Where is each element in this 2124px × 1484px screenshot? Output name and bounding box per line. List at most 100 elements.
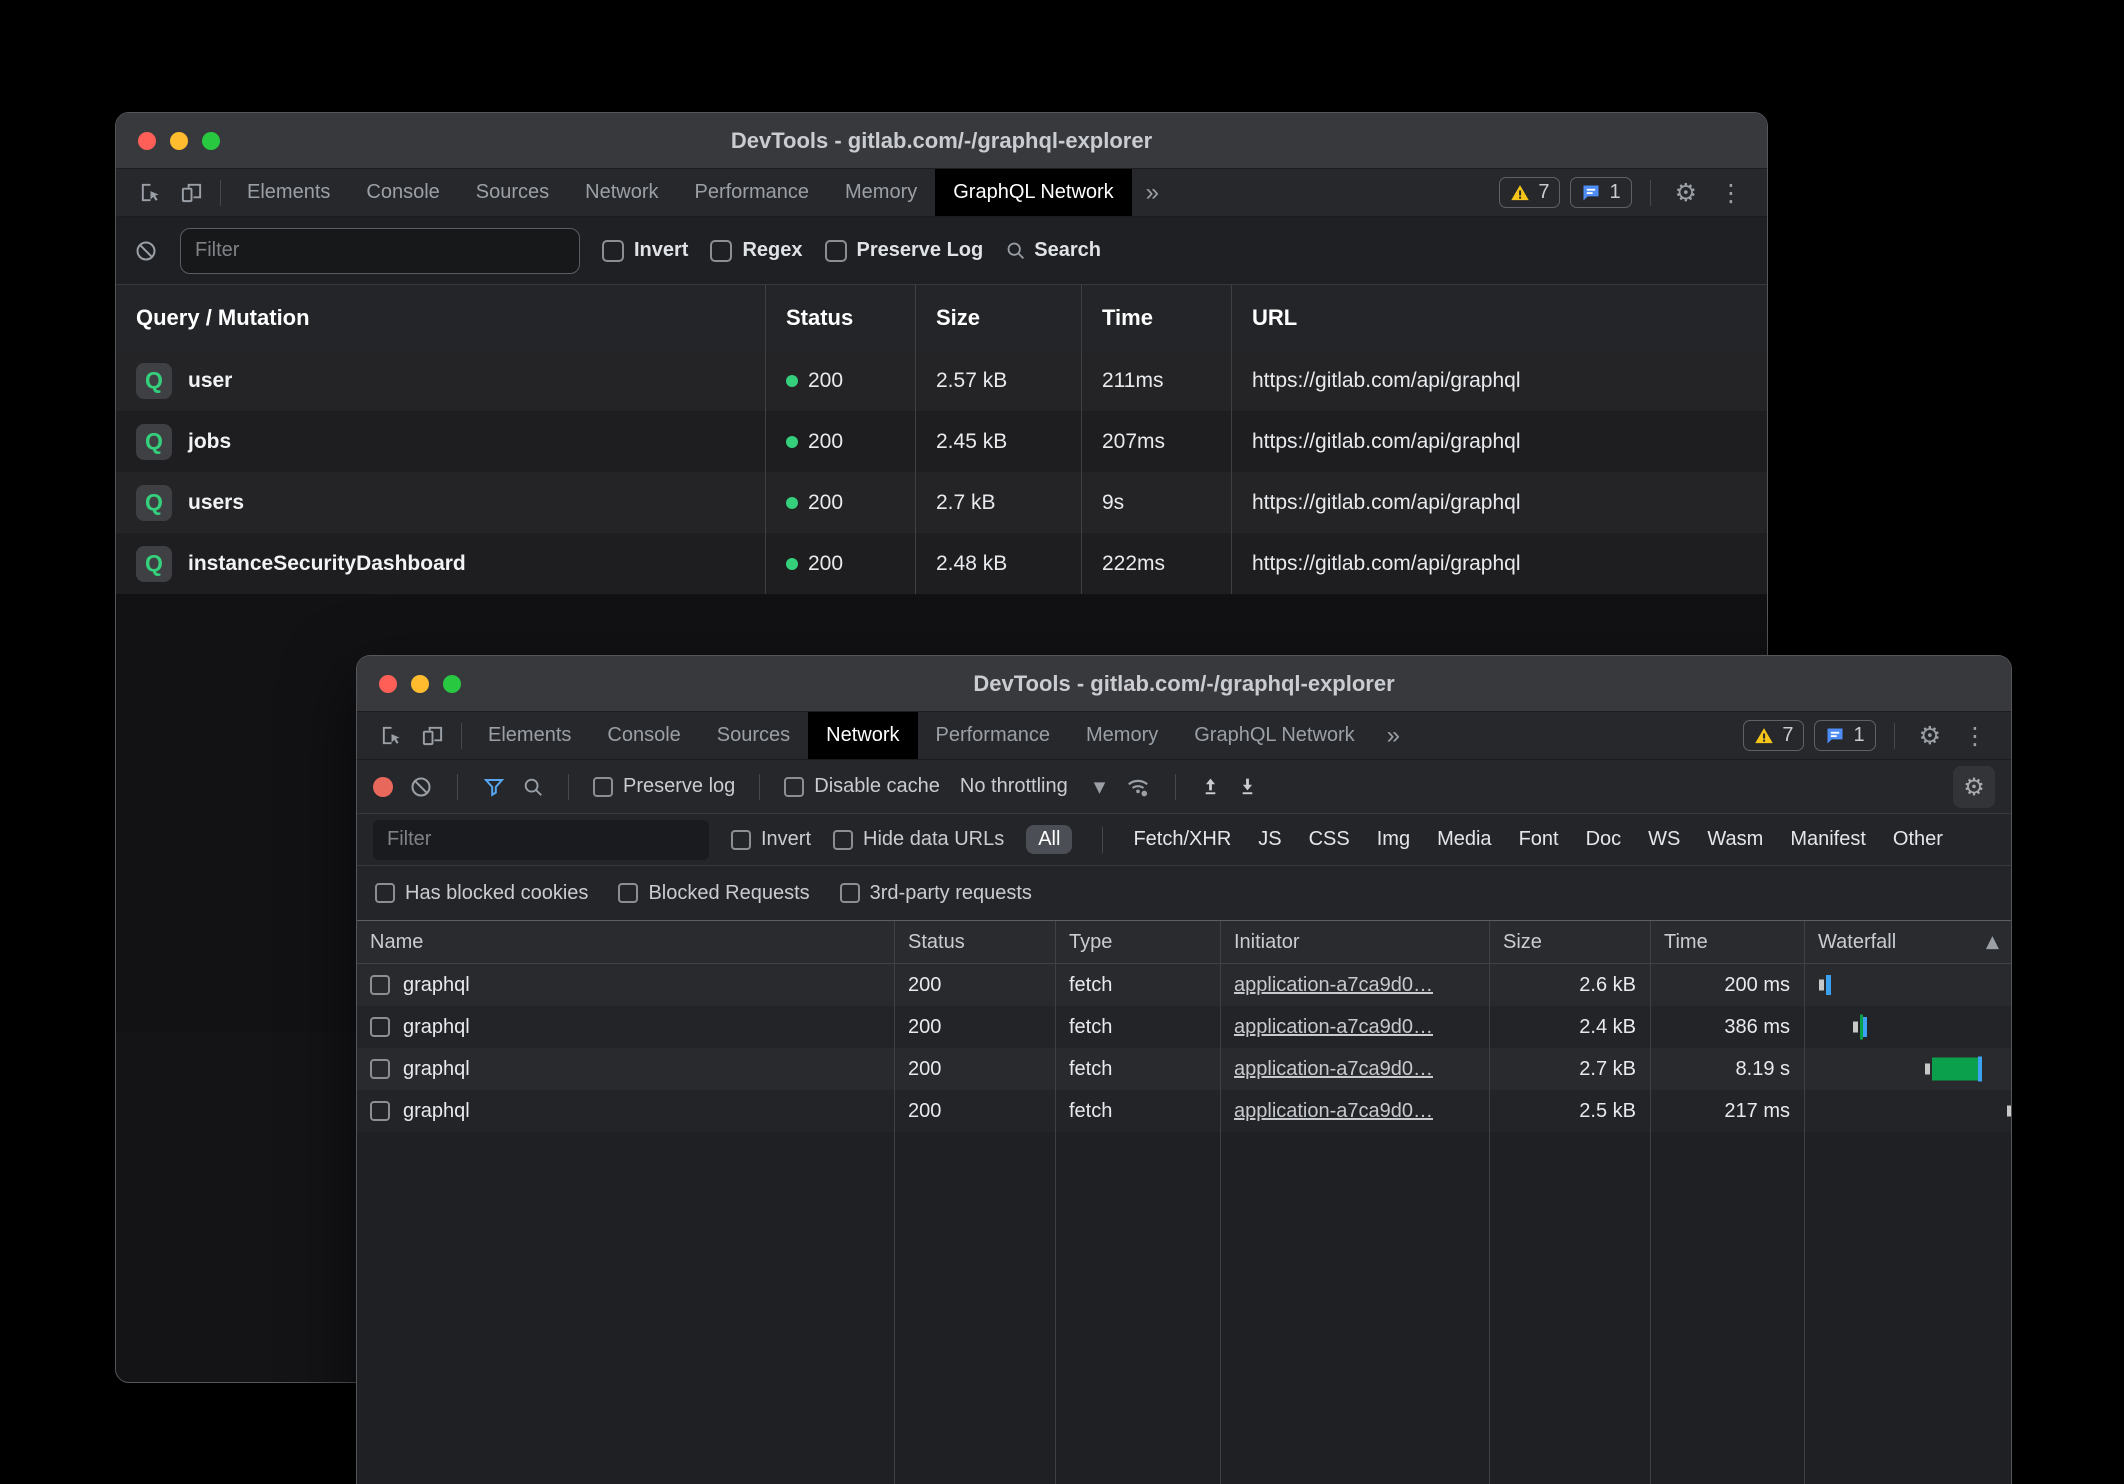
regex-checkbox[interactable] bbox=[710, 240, 732, 262]
network-filter-input[interactable] bbox=[373, 820, 709, 860]
type-filter-doc[interactable]: Doc bbox=[1586, 828, 1622, 851]
type-filter-wasm[interactable]: Wasm bbox=[1707, 828, 1763, 851]
type-filter-other[interactable]: Other bbox=[1893, 828, 1943, 851]
minimize-window-button[interactable] bbox=[411, 675, 429, 693]
hide-data-urls-checkbox[interactable] bbox=[833, 830, 853, 850]
filter-funnel-icon[interactable] bbox=[482, 775, 506, 799]
type-filter-css[interactable]: CSS bbox=[1309, 828, 1350, 851]
close-window-button[interactable] bbox=[379, 675, 397, 693]
invert-checkbox-group[interactable]: Invert bbox=[602, 239, 688, 262]
row-checkbox[interactable] bbox=[370, 1059, 390, 1079]
type-filter-ws[interactable]: WS bbox=[1648, 828, 1680, 851]
maximize-window-button[interactable] bbox=[202, 132, 220, 150]
column-header-url[interactable]: URL bbox=[1231, 285, 1767, 350]
type-filter-manifest[interactable]: Manifest bbox=[1790, 828, 1866, 851]
row-checkbox[interactable] bbox=[370, 1101, 390, 1121]
block-icon[interactable] bbox=[134, 239, 158, 263]
column-header-size[interactable]: Size bbox=[1489, 921, 1650, 963]
initiator-link[interactable]: application-a7ca9d0… bbox=[1234, 974, 1433, 997]
column-header-size[interactable]: Size bbox=[915, 285, 1081, 350]
tab-elements[interactable]: Elements bbox=[470, 712, 589, 759]
tab-sources[interactable]: Sources bbox=[458, 169, 567, 216]
table-row[interactable]: Qusers 200 2.7 kB 9s https://gitlab.com/… bbox=[116, 472, 1767, 533]
row-checkbox[interactable] bbox=[370, 975, 390, 995]
device-toolbar-icon[interactable] bbox=[171, 169, 212, 216]
preserve-log-checkbox[interactable] bbox=[825, 240, 847, 262]
regex-checkbox-group[interactable]: Regex bbox=[710, 239, 802, 262]
sort-ascending-icon[interactable]: ▲ bbox=[1986, 932, 1999, 952]
inspect-element-icon[interactable] bbox=[130, 169, 171, 216]
network-settings-button[interactable]: ⚙ bbox=[1953, 766, 1995, 808]
row-checkbox[interactable] bbox=[370, 1017, 390, 1037]
table-row[interactable]: Quser 200 2.57 kB 211ms https://gitlab.c… bbox=[116, 350, 1767, 411]
close-window-button[interactable] bbox=[138, 132, 156, 150]
preserve-log-checkbox[interactable] bbox=[593, 777, 613, 797]
column-header-status[interactable]: Status bbox=[765, 285, 915, 350]
record-network-log-button[interactable] bbox=[373, 777, 393, 797]
tab-network[interactable]: Network bbox=[808, 712, 917, 759]
export-har-icon[interactable] bbox=[1237, 776, 1258, 797]
more-tabs-icon[interactable]: » bbox=[1132, 169, 1173, 216]
tab-performance[interactable]: Performance bbox=[677, 169, 828, 216]
has-blocked-cookies-checkbox-group[interactable]: Has blocked cookies bbox=[375, 882, 588, 905]
tab-elements[interactable]: Elements bbox=[229, 169, 348, 216]
inspect-element-icon[interactable] bbox=[371, 712, 412, 759]
table-row[interactable]: graphql 200 fetch application-a7ca9d0… 2… bbox=[357, 1090, 2011, 1132]
table-row[interactable]: graphql 200 fetch application-a7ca9d0… 2… bbox=[357, 1048, 2011, 1090]
column-header-query-mutation[interactable]: Query / Mutation bbox=[116, 285, 765, 350]
tab-console[interactable]: Console bbox=[589, 712, 698, 759]
filter-input[interactable] bbox=[180, 228, 580, 274]
minimize-window-button[interactable] bbox=[170, 132, 188, 150]
import-har-icon[interactable] bbox=[1200, 776, 1221, 797]
tab-network[interactable]: Network bbox=[567, 169, 676, 216]
type-filter-all[interactable]: All bbox=[1026, 825, 1072, 854]
blocked-requests-checkbox-group[interactable]: Blocked Requests bbox=[618, 882, 809, 905]
kebab-menu-icon[interactable]: ⋮ bbox=[1957, 724, 1993, 748]
settings-gear-icon[interactable]: ⚙ bbox=[1669, 180, 1703, 205]
table-row[interactable]: graphql 200 fetch application-a7ca9d0… 2… bbox=[357, 1006, 2011, 1048]
clear-network-log-icon[interactable] bbox=[409, 775, 433, 799]
disable-cache-checkbox-group[interactable]: Disable cache bbox=[784, 775, 940, 798]
third-party-requests-checkbox-group[interactable]: 3rd-party requests bbox=[840, 882, 1032, 905]
type-filter-media[interactable]: Media bbox=[1437, 828, 1491, 851]
network-conditions-icon[interactable] bbox=[1125, 774, 1151, 800]
hide-data-urls-checkbox-group[interactable]: Hide data URLs bbox=[833, 828, 1004, 851]
tab-graphql-network[interactable]: GraphQL Network bbox=[935, 169, 1131, 216]
type-filter-fetch-xhr[interactable]: Fetch/XHR bbox=[1133, 828, 1231, 851]
invert-checkbox[interactable] bbox=[602, 240, 624, 262]
column-header-time[interactable]: Time bbox=[1650, 921, 1804, 963]
disable-cache-checkbox[interactable] bbox=[784, 777, 804, 797]
kebab-menu-icon[interactable]: ⋮ bbox=[1713, 181, 1749, 205]
warnings-badge[interactable]: 7 bbox=[1499, 177, 1560, 208]
column-header-type[interactable]: Type bbox=[1055, 921, 1220, 963]
warnings-badge[interactable]: 7 bbox=[1743, 720, 1804, 751]
tab-memory[interactable]: Memory bbox=[827, 169, 935, 216]
blocked-requests-checkbox[interactable] bbox=[618, 883, 638, 903]
tab-sources[interactable]: Sources bbox=[699, 712, 808, 759]
maximize-window-button[interactable] bbox=[443, 675, 461, 693]
throttling-dropdown[interactable]: No throttling ▼ bbox=[956, 775, 1109, 798]
tab-performance[interactable]: Performance bbox=[918, 712, 1069, 759]
table-row[interactable]: QinstanceSecurityDashboard 200 2.48 kB 2… bbox=[116, 533, 1767, 594]
column-header-status[interactable]: Status bbox=[894, 921, 1055, 963]
search-icon[interactable] bbox=[522, 776, 544, 798]
table-row[interactable]: graphql 200 fetch application-a7ca9d0… 2… bbox=[357, 964, 2011, 1006]
tab-console[interactable]: Console bbox=[348, 169, 457, 216]
preserve-log-checkbox-group[interactable]: Preserve Log bbox=[825, 239, 984, 262]
settings-gear-icon[interactable]: ⚙ bbox=[1913, 723, 1947, 748]
preserve-log-checkbox-group[interactable]: Preserve log bbox=[593, 775, 735, 798]
initiator-link[interactable]: application-a7ca9d0… bbox=[1234, 1058, 1433, 1081]
column-header-name[interactable]: Name bbox=[357, 921, 894, 963]
tab-graphql-network[interactable]: GraphQL Network bbox=[1176, 712, 1372, 759]
has-blocked-cookies-checkbox[interactable] bbox=[375, 883, 395, 903]
type-filter-font[interactable]: Font bbox=[1519, 828, 1559, 851]
column-header-time[interactable]: Time bbox=[1081, 285, 1231, 350]
more-tabs-icon[interactable]: » bbox=[1373, 712, 1414, 759]
device-toolbar-icon[interactable] bbox=[412, 712, 453, 759]
initiator-link[interactable]: application-a7ca9d0… bbox=[1234, 1100, 1433, 1123]
tab-memory[interactable]: Memory bbox=[1068, 712, 1176, 759]
type-filter-js[interactable]: JS bbox=[1258, 828, 1281, 851]
third-party-requests-checkbox[interactable] bbox=[840, 883, 860, 903]
invert-checkbox[interactable] bbox=[731, 830, 751, 850]
issues-badge[interactable]: 1 bbox=[1570, 177, 1631, 208]
